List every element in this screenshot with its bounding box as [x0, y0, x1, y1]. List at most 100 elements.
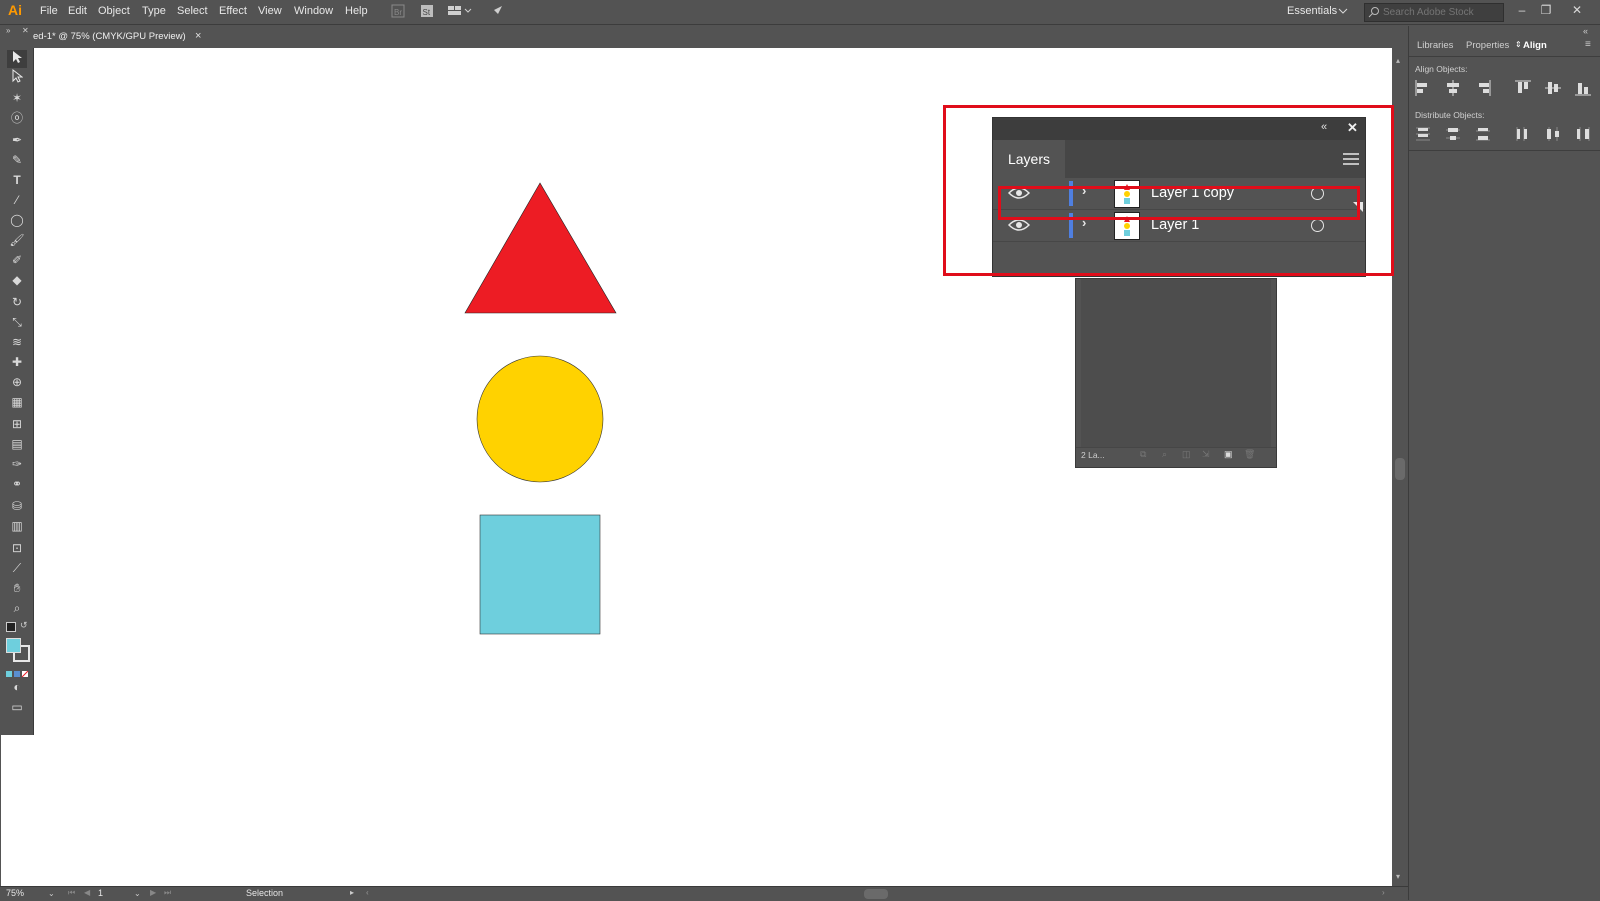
distribute-top-icon[interactable] — [1415, 126, 1431, 142]
zoom-tool-icon[interactable]: ⌕ — [7, 599, 27, 617]
slice-tool-icon[interactable]: ⟋ — [7, 559, 27, 577]
chevron-down-icon[interactable] — [1335, 5, 1351, 21]
vertical-scrollbar[interactable]: ▴ ▾ — [1392, 48, 1408, 886]
menu-help[interactable]: Help — [345, 5, 368, 17]
gpu-performance-icon[interactable] — [488, 4, 504, 20]
ellipse-tool-icon[interactable]: ◯ — [7, 211, 27, 229]
distribute-horizontal-center-icon[interactable] — [1545, 126, 1561, 142]
menu-edit[interactable]: Edit — [68, 5, 87, 17]
next-artboard-icon[interactable]: ▶ — [150, 888, 156, 897]
shaper-tool-icon[interactable]: ✐ — [7, 251, 27, 269]
menu-file[interactable]: File — [40, 5, 58, 17]
drawing-mode-icon[interactable]: ◐ — [7, 678, 27, 696]
artboard-number[interactable]: 1 — [98, 888, 103, 898]
vertical-scroll-thumb[interactable] — [1395, 458, 1405, 480]
selection-tool-icon[interactable] — [7, 50, 27, 68]
tab-libraries[interactable]: Libraries — [1417, 40, 1453, 51]
collapse-toolbar-icon[interactable]: » — [6, 26, 10, 35]
horizontal-scroll-thumb[interactable] — [864, 889, 888, 899]
align-vertical-center-icon[interactable] — [1545, 80, 1561, 96]
rotate-tool-icon[interactable]: ↻ — [7, 293, 27, 311]
color-mode-icons[interactable] — [6, 665, 29, 678]
symbol-sprayer-tool-icon[interactable]: ⛁ — [7, 497, 27, 515]
direct-selection-tool-icon[interactable] — [7, 68, 27, 87]
align-horizontal-center-icon[interactable] — [1445, 80, 1461, 96]
magic-wand-tool-icon[interactable]: ✶ — [7, 89, 27, 107]
circle-shape[interactable] — [476, 355, 604, 483]
distribute-vertical-center-icon[interactable] — [1445, 126, 1461, 142]
puppet-warp-tool-icon[interactable]: ✚ — [7, 353, 27, 371]
column-graph-tool-icon[interactable]: ▥ — [7, 517, 27, 535]
artboard-tool-icon[interactable]: ⊡ — [7, 539, 27, 557]
mesh-tool-icon[interactable]: ⊞ — [7, 415, 27, 433]
search-input[interactable] — [1383, 5, 1501, 20]
previous-artboard-icon[interactable]: ◀ — [84, 888, 90, 897]
workspace-switcher[interactable]: Essentials — [1287, 5, 1337, 17]
eraser-tool-icon[interactable]: ◆ — [7, 271, 27, 289]
default-colors-icon[interactable] — [6, 622, 16, 632]
close-tab-icon[interactable]: × — [195, 30, 201, 42]
fill-color-swatch[interactable] — [6, 638, 21, 653]
screen-mode-icon[interactable]: ▭ — [7, 698, 27, 716]
line-tool-icon[interactable]: ⁄ — [7, 191, 27, 209]
tab-properties[interactable]: Properties — [1466, 40, 1509, 51]
shape-builder-tool-icon[interactable]: ⊕ — [7, 373, 27, 391]
distribute-bottom-icon[interactable] — [1475, 126, 1491, 142]
stock-icon[interactable]: St — [419, 4, 435, 20]
triangle-shape[interactable] — [464, 182, 617, 314]
search-stock-field[interactable] — [1364, 3, 1504, 22]
distribute-right-icon[interactable] — [1575, 126, 1591, 142]
current-tool-status[interactable]: Selection — [246, 888, 283, 898]
artboard-dropdown-icon[interactable]: ⌄ — [134, 889, 141, 898]
menu-view[interactable]: View — [258, 5, 282, 17]
align-right-icon[interactable] — [1475, 80, 1491, 96]
scale-tool-icon[interactable]: ⤡ — [7, 313, 27, 331]
scroll-right-icon[interactable]: › — [1382, 888, 1385, 897]
distribute-left-icon[interactable] — [1515, 126, 1531, 142]
zoom-dropdown-icon[interactable]: ⌄ — [48, 889, 55, 898]
scroll-left-icon[interactable]: ‹ — [366, 888, 369, 897]
type-tool-icon[interactable]: T — [7, 171, 27, 189]
first-artboard-icon[interactable]: ⏮ — [68, 888, 75, 898]
restore-icon[interactable]: ❐ — [1538, 3, 1554, 17]
last-artboard-icon[interactable]: ⏭ — [164, 888, 171, 898]
align-left-icon[interactable] — [1415, 80, 1431, 96]
bridge-icon[interactable]: Br — [390, 4, 406, 20]
clipping-mask-icon[interactable]: ◫ — [1182, 449, 1191, 460]
square-shape[interactable] — [479, 514, 601, 635]
align-bottom-icon[interactable] — [1575, 80, 1591, 96]
menu-effect[interactable]: Effect — [219, 5, 247, 17]
status-menu-icon[interactable]: ▸ — [350, 888, 354, 897]
new-sublayer-icon[interactable]: ⇲ — [1202, 449, 1210, 460]
document-tab[interactable]: ed-1* @ 75% (CMYK/GPU Preview) × — [28, 26, 210, 49]
warp-tool-icon[interactable]: ≋ — [7, 333, 27, 351]
lasso-tool-icon[interactable]: ⓞ — [7, 109, 27, 127]
eyedropper-tool-icon[interactable]: ✑ — [7, 455, 27, 473]
menu-type[interactable]: Type — [142, 5, 166, 17]
menu-select[interactable]: Select — [177, 5, 208, 17]
perspective-grid-tool-icon[interactable]: ▦ — [7, 393, 27, 411]
arrange-documents-icon[interactable] — [447, 4, 473, 20]
align-top-icon[interactable] — [1515, 80, 1531, 96]
locate-object-icon[interactable]: ⌕ — [1162, 449, 1167, 460]
close-window-icon[interactable]: ✕ — [1569, 3, 1585, 17]
blend-tool-icon[interactable]: ⚭ — [7, 475, 27, 493]
swap-colors-icon[interactable]: ↺ — [20, 620, 28, 631]
zoom-level[interactable]: 75% — [6, 888, 24, 898]
pen-tool-icon[interactable]: ✒ — [7, 131, 27, 149]
scroll-up-icon[interactable]: ▴ — [1396, 56, 1400, 65]
layers-list-empty-area[interactable] — [1081, 279, 1271, 449]
menu-object[interactable]: Object — [98, 5, 130, 17]
tab-align[interactable]: Align — [1523, 40, 1547, 51]
minimize-icon[interactable]: – — [1514, 3, 1530, 17]
curvature-tool-icon[interactable]: ✎ — [7, 151, 27, 169]
delete-layer-icon[interactable]: 🗑︎ — [1244, 449, 1255, 460]
scroll-down-icon[interactable]: ▾ — [1396, 872, 1400, 881]
panel-menu-icon[interactable]: ≡ — [1585, 39, 1591, 50]
collapse-dock-icon[interactable]: « — [1583, 26, 1588, 36]
paintbrush-tool-icon[interactable]: 🖌︎ — [7, 231, 27, 249]
hand-tool-icon[interactable]: ✋︎ — [7, 579, 27, 597]
gradient-tool-icon[interactable]: ▤ — [7, 435, 27, 453]
new-layer-icon[interactable]: ▣ — [1224, 449, 1233, 460]
menu-window[interactable]: Window — [294, 5, 333, 17]
